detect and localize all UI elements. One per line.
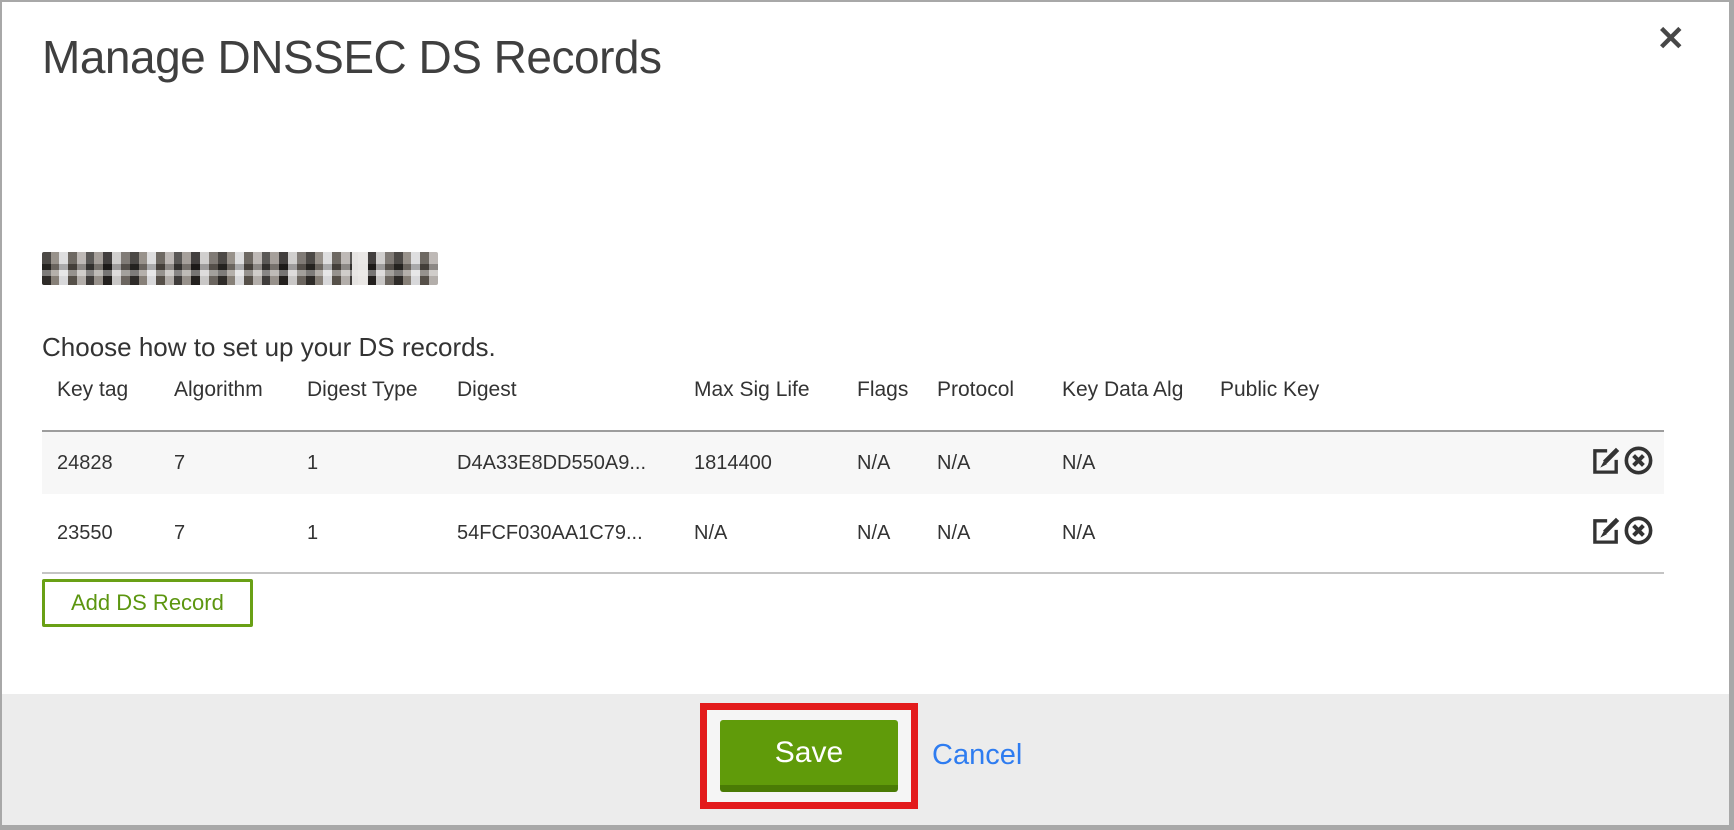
cell-key-tag: 23550 <box>42 494 159 573</box>
instruction-text: Choose how to set up your DS records. <box>42 332 496 363</box>
save-highlight-rectangle: Save <box>700 703 918 809</box>
col-header-digest-type: Digest Type <box>292 376 442 431</box>
col-header-public-key: Public Key <box>1205 376 1505 431</box>
cell-public-key <box>1205 494 1505 573</box>
edit-record-icon[interactable] <box>1591 515 1622 546</box>
cancel-link[interactable]: Cancel <box>932 739 1022 772</box>
cell-max-sig-life: 1814400 <box>679 431 842 494</box>
col-header-key-data-alg: Key Data Alg <box>1047 376 1205 431</box>
close-icon[interactable]: ✕ <box>1657 22 1686 56</box>
cell-digest: 54FCF030AA1C79... <box>442 494 679 573</box>
row-actions <box>1505 494 1664 573</box>
cell-algorithm: 7 <box>159 431 292 494</box>
col-header-max-sig-life: Max Sig Life <box>679 376 842 431</box>
col-header-key-tag: Key tag <box>42 376 159 431</box>
domain-name-redacted <box>42 252 438 285</box>
cell-flags: N/A <box>842 494 922 573</box>
modal-title: Manage DNSSEC DS Records <box>42 30 661 84</box>
cell-protocol: N/A <box>922 494 1047 573</box>
cell-key-data-alg: N/A <box>1047 494 1205 573</box>
col-header-actions <box>1505 376 1664 431</box>
cell-public-key <box>1205 431 1505 494</box>
row-actions <box>1505 431 1664 494</box>
cell-protocol: N/A <box>922 431 1047 494</box>
save-button[interactable]: Save <box>720 720 898 792</box>
delete-record-icon[interactable] <box>1623 515 1654 546</box>
modal-footer: Save Cancel <box>2 694 1729 825</box>
cell-key-tag: 24828 <box>42 431 159 494</box>
cell-digest-type: 1 <box>292 431 442 494</box>
col-header-digest: Digest <box>442 376 679 431</box>
cell-flags: N/A <box>842 431 922 494</box>
cell-digest: D4A33E8DD550A9... <box>442 431 679 494</box>
cell-max-sig-life: N/A <box>679 494 842 573</box>
ds-records-table: Key tag Algorithm Digest Type Digest Max… <box>42 376 1664 574</box>
cell-algorithm: 7 <box>159 494 292 573</box>
cell-key-data-alg: N/A <box>1047 431 1205 494</box>
table-row: 23550 7 1 54FCF030AA1C79... N/A N/A N/A … <box>42 494 1664 573</box>
table-header-row: Key tag Algorithm Digest Type Digest Max… <box>42 376 1664 431</box>
edit-record-icon[interactable] <box>1591 445 1622 476</box>
table-row: 24828 7 1 D4A33E8DD550A9... 1814400 N/A … <box>42 431 1664 494</box>
dnssec-modal: Manage DNSSEC DS Records ✕ Choose how to… <box>0 0 1734 830</box>
col-header-algorithm: Algorithm <box>159 376 292 431</box>
delete-record-icon[interactable] <box>1623 445 1654 476</box>
col-header-flags: Flags <box>842 376 922 431</box>
cell-digest-type: 1 <box>292 494 442 573</box>
add-ds-record-button[interactable]: Add DS Record <box>42 579 253 627</box>
col-header-protocol: Protocol <box>922 376 1047 431</box>
